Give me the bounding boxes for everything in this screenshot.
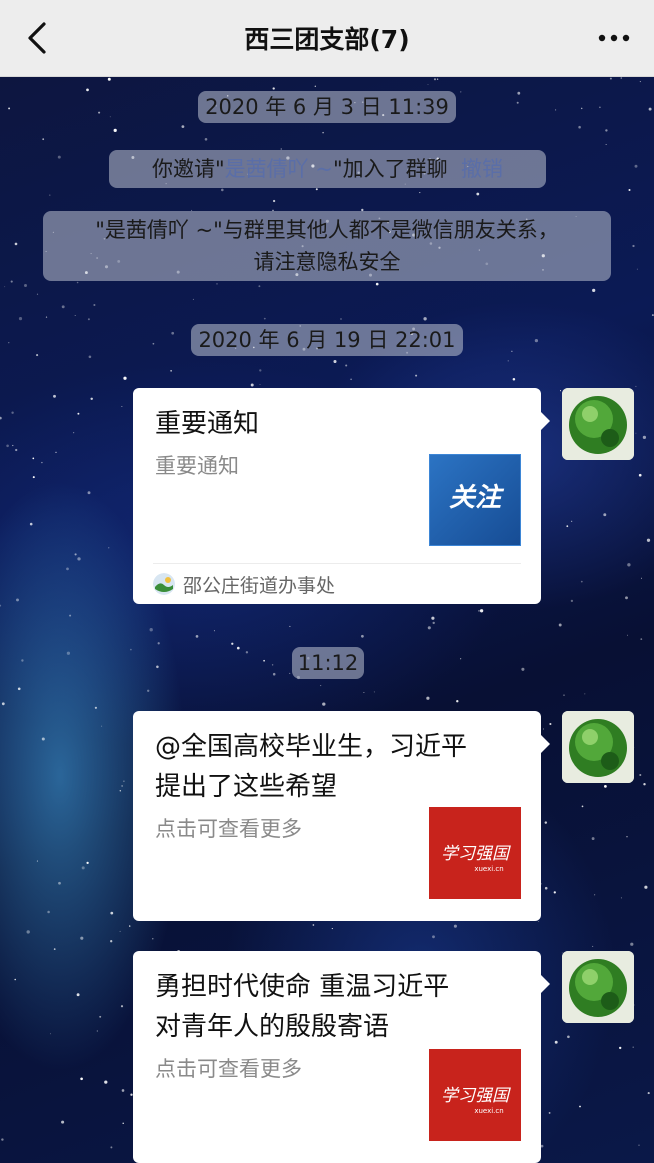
guanzhu-thumbnail-graphic: 关注	[428, 453, 522, 547]
source-name: 邵公庄街道办事处	[183, 574, 336, 597]
timestamp-text: 2020 年 6 月 3 日 11:39	[205, 95, 449, 119]
privacy-line-2: 请注意隐私安全	[253, 250, 401, 274]
timestamp: 2020 年 6 月 19 日 22:01	[191, 324, 463, 356]
invite-prefix: 你邀请"	[152, 157, 225, 181]
article-title-line-2: 对青年人的殷殷寄语	[155, 1012, 390, 1042]
timestamp: 11:12	[292, 647, 364, 679]
svg-text:xuexi.cn: xuexi.cn	[474, 865, 503, 873]
source-logo-icon	[153, 573, 175, 595]
more-dots-icon	[598, 34, 630, 42]
avatar[interactable]	[562, 951, 634, 1023]
article-thumbnail: 学习强国 xuexi.cn	[429, 1049, 521, 1141]
article-description: 点击可查看更多	[155, 817, 302, 841]
article-card-youth-message[interactable]: 勇担时代使命 重温习近平 对青年人的殷殷寄语 点击可查看更多 学习强国 xuex…	[133, 951, 550, 1163]
invitee-name-link[interactable]: 是茜倩吖 ~	[225, 157, 333, 181]
svg-text:学习强国: 学习强国	[441, 844, 511, 864]
svg-text:xuexi.cn: xuexi.cn	[474, 1107, 503, 1115]
article-card-important-notice[interactable]: 重要通知 重要通知 关注 邵公庄街道办事处	[133, 388, 550, 604]
article-title-line-2: 提出了这些希望	[155, 772, 338, 802]
avatar[interactable]	[562, 388, 634, 460]
chevron-left-icon	[28, 22, 46, 54]
system-message-invite: 你邀请"是茜倩吖 ~"加入了群聊 撤销	[109, 150, 546, 188]
timestamp-text: 11:12	[297, 651, 359, 675]
article-title-line-1: @全国高校毕业生，习近平	[155, 732, 468, 762]
green-globe-avatar-icon	[562, 951, 634, 1023]
invite-suffix: "加入了群聊	[332, 157, 448, 181]
article-title: 重要通知	[155, 409, 260, 439]
timestamp: 2020 年 6 月 3 日 11:39	[198, 91, 456, 123]
timestamp-text: 2020 年 6 月 19 日 22:01	[198, 328, 456, 352]
article-title-line-1: 勇担时代使命 重温习近平	[155, 972, 450, 1002]
xuexi-thumbnail-graphic: 学习强国 xuexi.cn	[429, 807, 521, 899]
xuexi-thumbnail-graphic: 学习强国 xuexi.cn	[429, 1049, 521, 1141]
article-description: 重要通知	[155, 454, 239, 478]
chat-title: 西三团支部(7)	[244, 25, 410, 54]
avatar[interactable]	[562, 711, 634, 783]
privacy-line-1: "是茜倩吖 ~"与群里其他人都不是微信朋友关系，	[95, 218, 559, 242]
green-globe-avatar-icon	[562, 388, 634, 460]
article-thumbnail: 关注	[428, 453, 522, 547]
system-message-privacy: "是茜倩吖 ~"与群里其他人都不是微信朋友关系， 请注意隐私安全	[43, 211, 611, 281]
navigation-bar: 西三团支部(7)	[0, 0, 654, 77]
svg-text:关注: 关注	[449, 483, 505, 513]
article-description: 点击可查看更多	[155, 1057, 302, 1081]
back-button[interactable]	[20, 18, 56, 58]
more-button[interactable]	[594, 22, 634, 54]
green-globe-avatar-icon	[562, 711, 634, 783]
revoke-link[interactable]: 撤销	[461, 157, 503, 181]
article-source-bar: 邵公庄街道办事处	[153, 563, 521, 604]
article-card-graduates[interactable]: @全国高校毕业生，习近平 提出了这些希望 点击可查看更多 学习强国 xuexi.…	[133, 711, 550, 921]
svg-text:学习强国: 学习强国	[441, 1086, 511, 1106]
article-thumbnail: 学习强国 xuexi.cn	[429, 807, 521, 899]
